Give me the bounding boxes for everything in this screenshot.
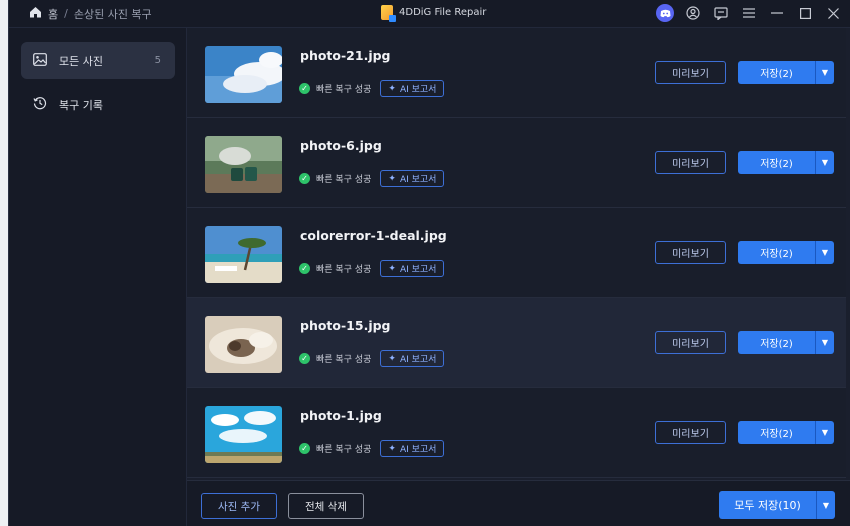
preview-button[interactable]: 미리보기 [655, 421, 726, 444]
sidebar-item-recovery-history[interactable]: 복구 기록 [21, 86, 175, 123]
ai-report-label: AI 보고서 [399, 175, 437, 185]
photo-thumbnail[interactable] [205, 406, 282, 463]
minimize-icon[interactable] [768, 4, 786, 22]
status-text: 빠른 복구 성공 [316, 175, 372, 185]
sidebar-item-label: 모든 사진 [59, 54, 103, 68]
repair-status: ✓ 빠른 복구 성공 ✦ AI 보고서 [299, 260, 445, 277]
ai-report-label: AI 보고서 [399, 85, 437, 95]
check-icon: ✓ [299, 173, 310, 184]
sidebar: 모든 사진 5 복구 기록 [9, 28, 187, 526]
check-icon: ✓ [299, 263, 310, 274]
status-text: 빠른 복구 성공 [316, 355, 372, 365]
repair-status: ✓ 빠른 복구 성공 ✦ AI 보고서 [299, 170, 445, 187]
preview-button[interactable]: 미리보기 [655, 61, 726, 84]
save-label[interactable]: 저장(2) [738, 421, 816, 444]
file-list: photo-21.jpg ✓ 빠른 복구 성공 ✦ AI 보고서 미리보기 저장(… [187, 28, 850, 480]
add-photo-button[interactable]: 사진 추가 [201, 493, 277, 519]
chevron-down-icon[interactable]: ▼ [816, 331, 834, 354]
preview-button[interactable]: 미리보기 [655, 241, 726, 264]
repair-status: ✓ 빠른 복구 성공 ✦ AI 보고서 [299, 440, 445, 457]
sidebar-item-all-photos[interactable]: 모든 사진 5 [21, 42, 175, 79]
ai-report-button[interactable]: ✦ AI 보고서 [380, 260, 445, 277]
breadcrumb-current: 손상된 사진 복구 [73, 7, 152, 21]
list-item[interactable]: photo-6.jpg ✓ 빠른 복구 성공 ✦ AI 보고서 미리보기 저장(2… [187, 118, 850, 208]
app-logo-icon [381, 5, 396, 22]
breadcrumb-separator: / [64, 7, 68, 20]
ai-report-label: AI 보고서 [399, 265, 437, 275]
save-button[interactable]: 저장(2) ▼ [738, 151, 834, 174]
sparkle-icon: ✦ [388, 263, 396, 274]
ai-report-button[interactable]: ✦ AI 보고서 [380, 80, 445, 97]
sparkle-icon: ✦ [388, 353, 396, 364]
repair-status: ✓ 빠른 복구 성공 ✦ AI 보고서 [299, 80, 445, 97]
ai-report-label: AI 보고서 [399, 445, 437, 455]
window-controls [656, 4, 842, 22]
menu-icon[interactable] [740, 4, 758, 22]
list-item[interactable]: photo-1.jpg ✓ 빠른 복구 성공 ✦ AI 보고서 미리보기 저장(2… [187, 388, 850, 478]
status-text: 빠른 복구 성공 [316, 265, 372, 275]
maximize-icon[interactable] [796, 4, 814, 22]
list-item[interactable]: photo-21.jpg ✓ 빠른 복구 성공 ✦ AI 보고서 미리보기 저장(… [187, 28, 850, 118]
chevron-down-icon[interactable]: ▼ [817, 491, 835, 519]
user-icon[interactable] [684, 4, 702, 22]
ai-report-label: AI 보고서 [399, 355, 437, 365]
photo-thumbnail[interactable] [205, 226, 282, 283]
save-label[interactable]: 저장(2) [738, 151, 816, 174]
file-name: photo-6.jpg [300, 138, 382, 153]
sidebar-item-label: 복구 기록 [59, 98, 103, 112]
file-name: colorerror-1-deal.jpg [300, 228, 447, 243]
save-button[interactable]: 저장(2) ▼ [738, 241, 834, 264]
feedback-icon[interactable] [712, 4, 730, 22]
save-button[interactable]: 저장(2) ▼ [738, 331, 834, 354]
breadcrumb: 홈 / 손상된 사진 복구 [9, 6, 152, 22]
app-window: 홈 / 손상된 사진 복구 4DDiG File Repair 모든 사진 5 … [8, 0, 850, 526]
history-icon [33, 96, 47, 113]
ai-report-button[interactable]: ✦ AI 보고서 [380, 350, 445, 367]
chevron-down-icon[interactable]: ▼ [816, 241, 834, 264]
preview-button[interactable]: 미리보기 [655, 151, 726, 174]
app-title-text: 4DDiG File Repair [399, 7, 487, 18]
chevron-down-icon[interactable]: ▼ [816, 421, 834, 444]
image-icon [33, 52, 47, 69]
photo-thumbnail[interactable] [205, 46, 282, 103]
file-name: photo-21.jpg [300, 48, 391, 63]
check-icon: ✓ [299, 443, 310, 454]
scrollbar[interactable] [846, 28, 850, 480]
breadcrumb-home[interactable]: 홈 [48, 6, 58, 22]
photo-count: 5 [154, 55, 161, 66]
sparkle-icon: ✦ [388, 83, 396, 94]
save-button[interactable]: 저장(2) ▼ [738, 421, 834, 444]
save-button[interactable]: 저장(2) ▼ [738, 61, 834, 84]
ai-report-button[interactable]: ✦ AI 보고서 [380, 170, 445, 187]
status-text: 빠른 복구 성공 [316, 85, 372, 95]
file-name: photo-15.jpg [300, 318, 391, 333]
chevron-down-icon[interactable]: ▼ [816, 61, 834, 84]
sparkle-icon: ✦ [388, 443, 396, 454]
save-label[interactable]: 저장(2) [738, 241, 816, 264]
status-text: 빠른 복구 성공 [316, 445, 372, 455]
save-label[interactable]: 저장(2) [738, 61, 816, 84]
sparkle-icon: ✦ [388, 173, 396, 184]
footer-bar: 사진 추가 전체 삭제 모두 저장(10) ▼ [187, 480, 850, 526]
check-icon: ✓ [299, 83, 310, 94]
check-icon: ✓ [299, 353, 310, 364]
photo-thumbnail[interactable] [205, 136, 282, 193]
delete-all-button[interactable]: 전체 삭제 [288, 493, 364, 519]
repair-status: ✓ 빠른 복구 성공 ✦ AI 보고서 [299, 350, 445, 367]
ai-report-button[interactable]: ✦ AI 보고서 [380, 440, 445, 457]
list-item[interactable]: colorerror-1-deal.jpg ✓ 빠른 복구 성공 ✦ AI 보고서… [187, 208, 850, 298]
close-icon[interactable] [824, 4, 842, 22]
file-name: photo-1.jpg [300, 408, 382, 423]
chevron-down-icon[interactable]: ▼ [816, 151, 834, 174]
app-title: 4DDiG File Repair [381, 5, 487, 22]
save-all-label[interactable]: 모두 저장(10) [719, 491, 817, 519]
save-all-button[interactable]: 모두 저장(10) ▼ [719, 491, 835, 519]
home-icon[interactable] [29, 6, 42, 21]
title-bar: 홈 / 손상된 사진 복구 4DDiG File Repair [9, 0, 850, 28]
list-item[interactable]: photo-15.jpg ✓ 빠른 복구 성공 ✦ AI 보고서 미리보기 저장(… [187, 298, 850, 388]
photo-thumbnail[interactable] [205, 316, 282, 373]
discord-icon[interactable] [656, 4, 674, 22]
preview-button[interactable]: 미리보기 [655, 331, 726, 354]
save-label[interactable]: 저장(2) [738, 331, 816, 354]
